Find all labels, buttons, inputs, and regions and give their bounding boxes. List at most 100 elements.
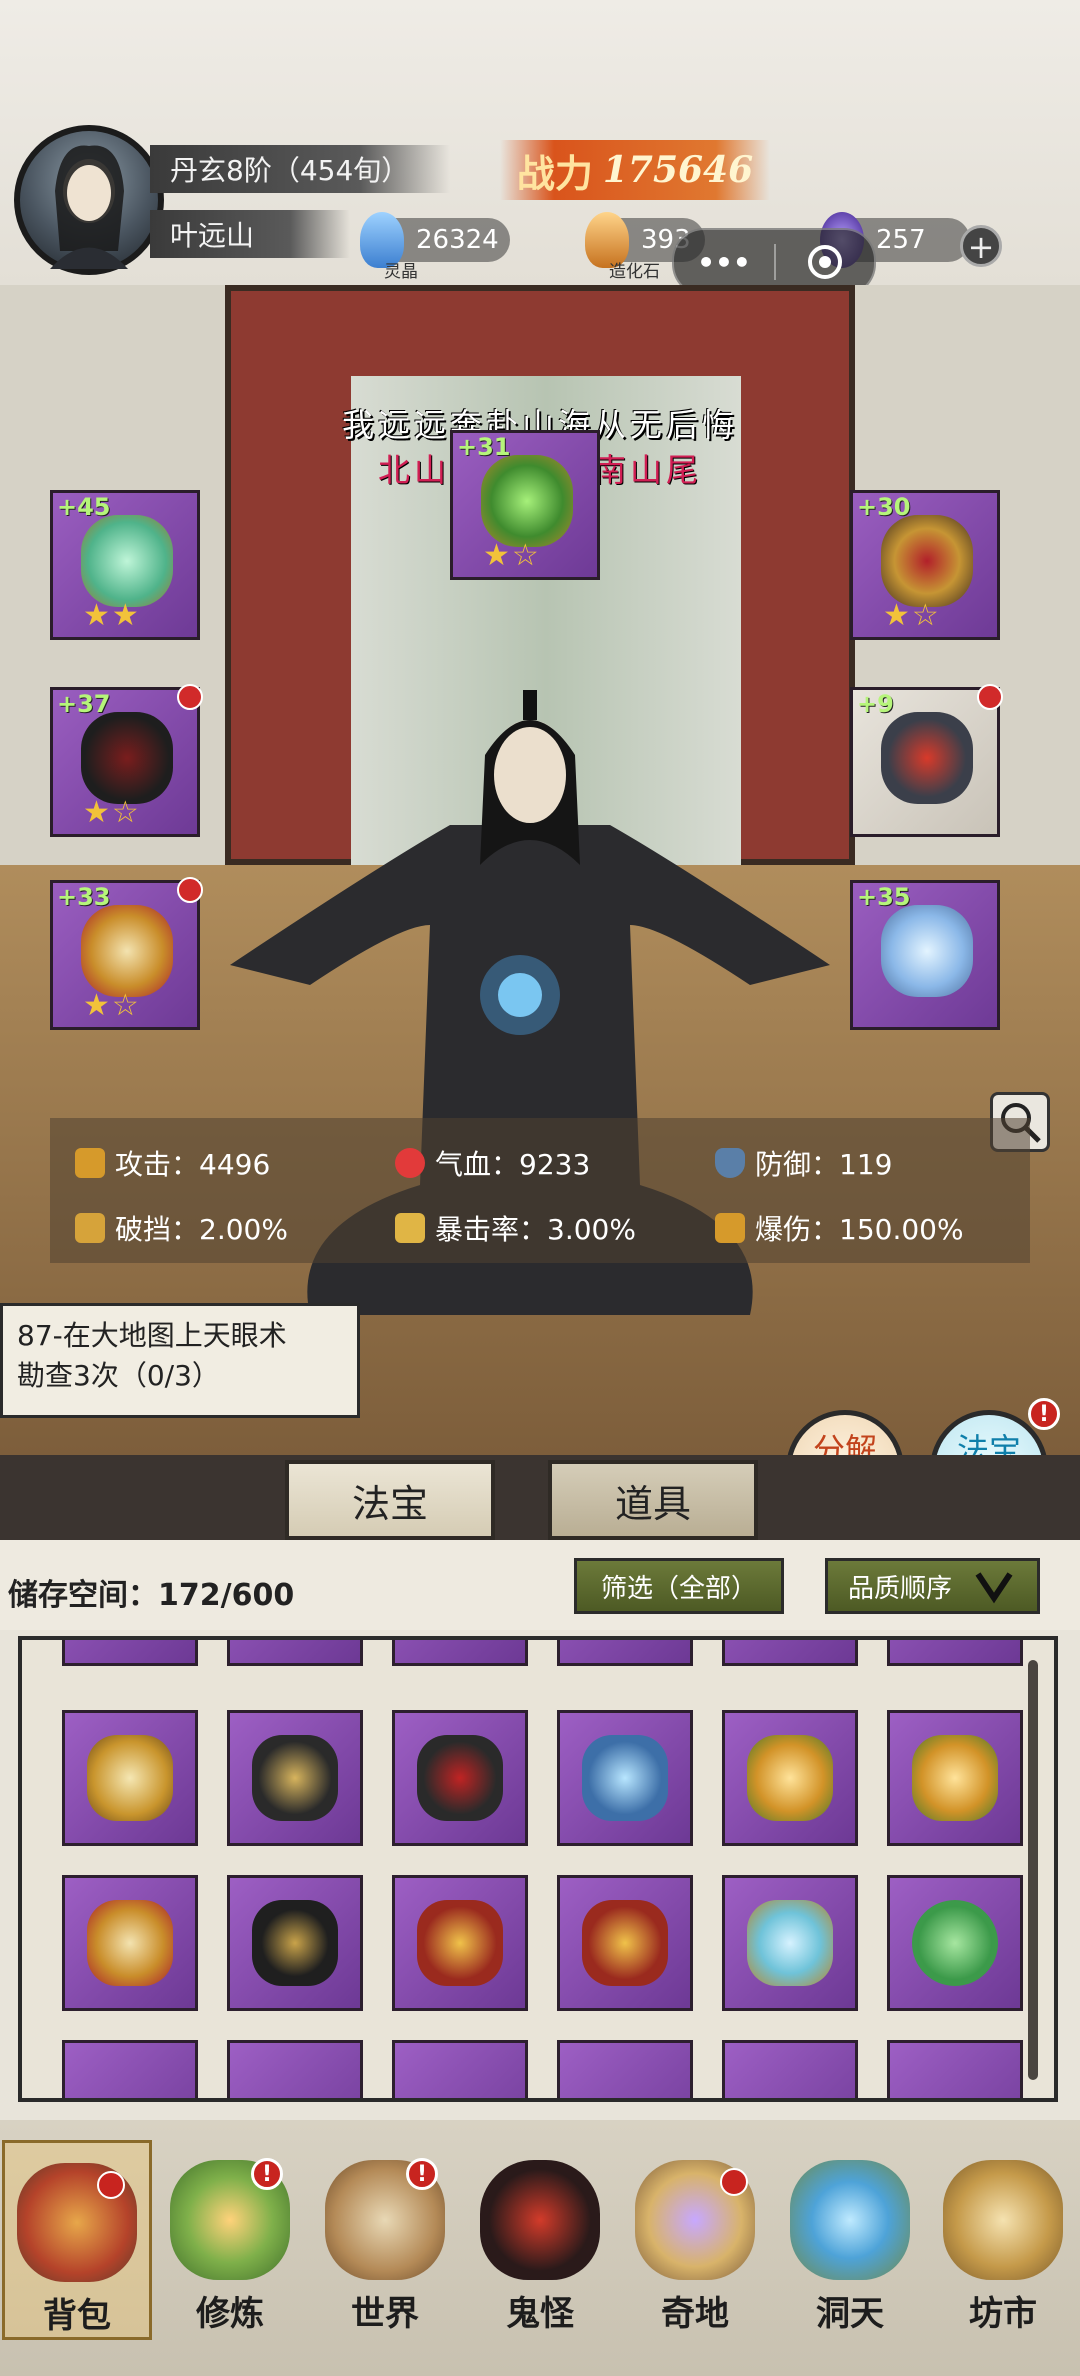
golden-armor-icon [87,1735,173,1821]
stat-crit-rate: 暴击率：3.00% [395,1208,636,1248]
jade-ornament-icon [747,1900,833,1986]
notification-dot [177,684,203,710]
synthesize-badge: ! [1028,1398,1060,1430]
inventory-slot[interactable] [62,1875,198,2011]
gold-crown-icon [881,515,973,607]
inventory-slot[interactable] [887,1710,1023,1846]
notification-dot [720,2168,748,2196]
nav-cultivate[interactable]: 修炼 ! [155,2140,305,2340]
inventory-slot[interactable] [392,2040,528,2098]
inventory-slot[interactable] [887,1640,1023,1666]
red-glove-icon [417,1735,503,1821]
shield-icon [715,1148,745,1178]
inventory-slot[interactable] [557,1875,693,2011]
inventory-slot[interactable] [557,2040,693,2098]
inventory-slot[interactable] [722,2040,858,2098]
inventory-slot[interactable] [62,2040,198,2098]
inventory-slot[interactable] [722,1640,858,1666]
crit-burst-icon [395,1213,425,1243]
player-rank-bar: 丹玄8阶（454旬） [150,145,450,193]
player-name: 叶远山 [170,219,255,252]
resource-value: 257 [876,225,926,255]
player-name-bar: 叶远山 [150,210,350,258]
combat-power-value: 175646 [602,149,754,191]
resource-spirit-crystal[interactable]: 26324 灵晶 [360,212,510,282]
notification-dot [177,877,203,903]
nav-wonderland[interactable]: 奇地 [620,2140,770,2340]
tab-bar [0,1455,1080,1540]
equip-slot-left-2[interactable]: +37 ★☆ [50,684,203,837]
stat-defense: 防御：119 [715,1143,892,1183]
inventory-slot[interactable] [722,1875,858,2011]
resource-caption: 造化石 [609,262,660,282]
close-capsule-button[interactable] [776,242,874,282]
player-avatar[interactable] [14,125,164,275]
inventory-slot[interactable] [392,1640,528,1666]
sword-icon [75,1148,105,1178]
tab-treasure[interactable]: 法宝 [285,1460,495,1540]
combat-power: 战力 175646 [500,140,770,200]
nav-world[interactable]: 世界 ! [310,2140,460,2340]
player-rank: 丹玄8阶（454旬） [170,154,410,187]
equip-slot-right-3[interactable]: +35 [850,880,1000,1030]
jade-mirror-icon [81,515,173,607]
filter-button[interactable]: 筛选（全部） [574,1558,784,1614]
equip-slot-top-center[interactable]: +31 ★☆ [450,430,600,580]
inventory-slot[interactable] [722,1710,858,1846]
inventory-slot[interactable] [557,1710,693,1846]
leaf-wreath-icon [912,1900,998,1986]
inventory-slot[interactable] [887,1875,1023,2011]
black-staff-icon [252,1900,338,1986]
quest-line-2: 勘查3次（0/3） [17,1359,220,1392]
equip-slot-left-1[interactable]: +45 ★★ [50,490,200,640]
golden-boot-icon [81,905,173,997]
ice-gauntlet-icon [582,1735,668,1821]
inventory-scrollbar[interactable] [1028,1660,1038,2080]
green-crest-icon [481,455,573,547]
nav-bag[interactable]: 背包 [2,2140,152,2340]
inventory-slot[interactable] [227,1710,363,1846]
chevron-down-icon [975,1572,1013,1604]
inventory-slot[interactable] [392,1710,528,1846]
ice-ring-icon [881,905,973,997]
inventory-slot[interactable] [227,1875,363,2011]
winged-boot-icon [912,1735,998,1821]
add-resource-button[interactable]: + [960,225,1002,267]
inventory-slot[interactable] [887,2040,1023,2098]
egg-icon [480,2160,600,2280]
target-icon [808,245,842,279]
stat-hp: 气血：9233 [395,1143,590,1183]
combat-power-label: 战力 [516,150,593,196]
quest-line-1: 87-在大地图上天眼术 [17,1319,287,1352]
inventory-slot[interactable] [62,1710,198,1846]
portrait-icon [50,145,128,269]
resource-value: 26324 [416,225,499,255]
stat-attack: 攻击：4496 [75,1143,270,1183]
market-icon [943,2160,1063,2280]
golden-boot-icon [87,1900,173,1986]
nav-market[interactable]: 坊市 [928,2140,1078,2340]
sort-dropdown[interactable]: 品质顺序 [825,1558,1040,1614]
inventory-slot[interactable] [227,1640,363,1666]
nav-cave-heaven[interactable]: 洞天 [775,2140,925,2340]
dark-gauntlet-icon [252,1735,338,1821]
equip-slot-right-2[interactable]: +9 [850,684,1003,837]
inventory-slot[interactable] [227,2040,363,2098]
resource-caption: 灵晶 [384,262,418,282]
nav-monsters[interactable]: 鬼怪 [465,2140,615,2340]
storage-capacity: 储存空间：172/600 [8,1578,295,1613]
inventory-slot[interactable] [392,1875,528,2011]
notification-dot [97,2171,125,2199]
quest-tracker[interactable]: 87-在大地图上天眼术 勘查3次（0/3） [0,1303,360,1418]
inventory-slot[interactable] [62,1640,198,1666]
crit-damage-icon [715,1213,745,1243]
more-menu-button[interactable]: ••• [674,246,774,279]
stat-crit-damage: 爆伤：150.00% [715,1208,964,1248]
equip-slot-right-1[interactable]: +30 ★☆ [850,490,1000,640]
equip-slot-left-3[interactable]: +33 ★☆ [50,877,203,1030]
winged-boot-icon [747,1735,833,1821]
tab-items[interactable]: 道具 [548,1460,758,1540]
inventory-slot[interactable] [557,1640,693,1666]
notification-dot [977,684,1003,710]
inventory-grid [18,1636,1058,2102]
